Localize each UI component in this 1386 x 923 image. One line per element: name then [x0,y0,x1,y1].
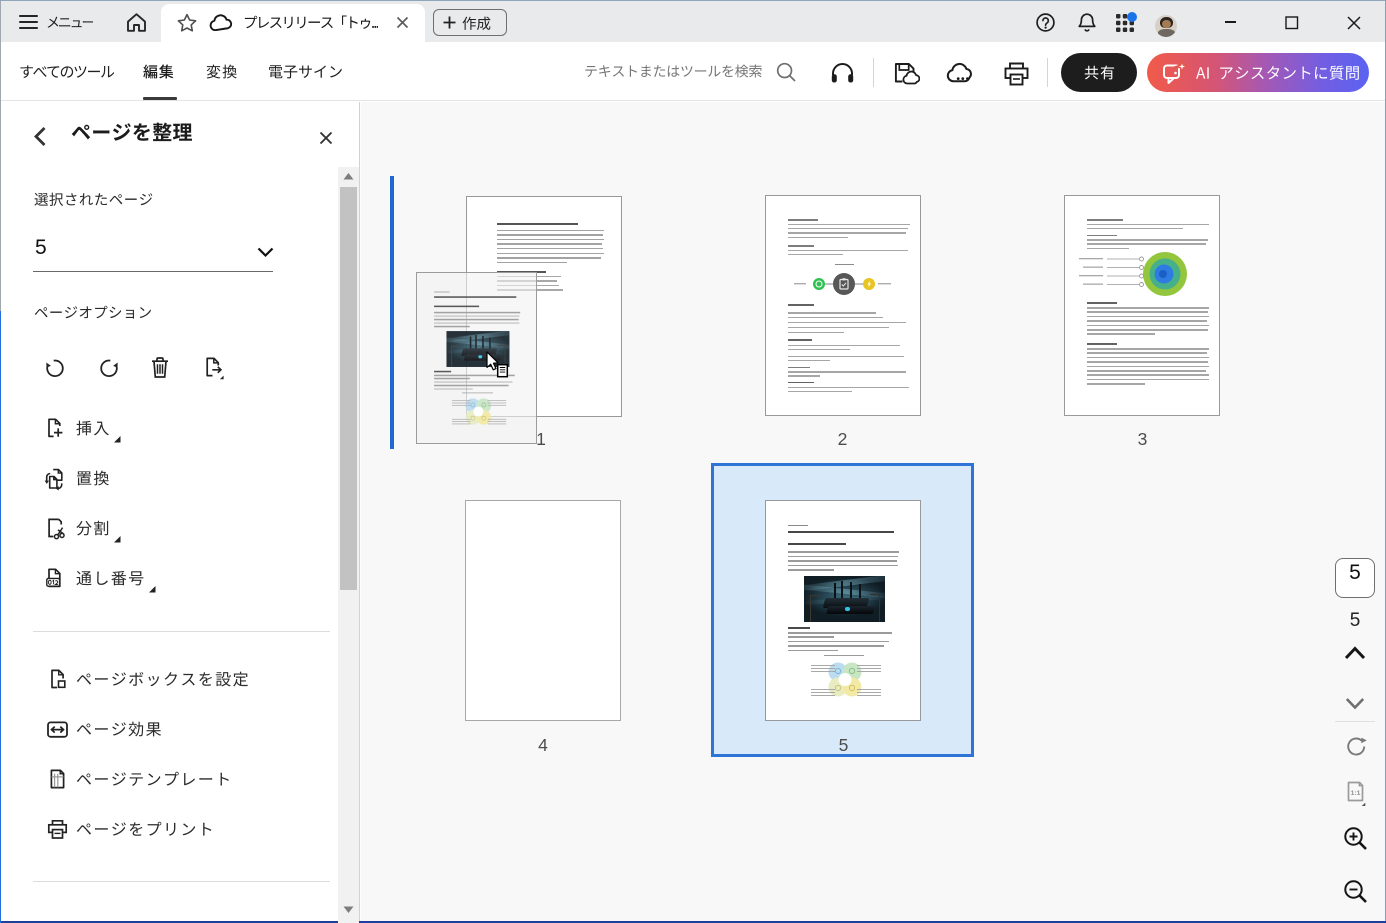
svg-text:1:1: 1:1 [1351,790,1361,797]
